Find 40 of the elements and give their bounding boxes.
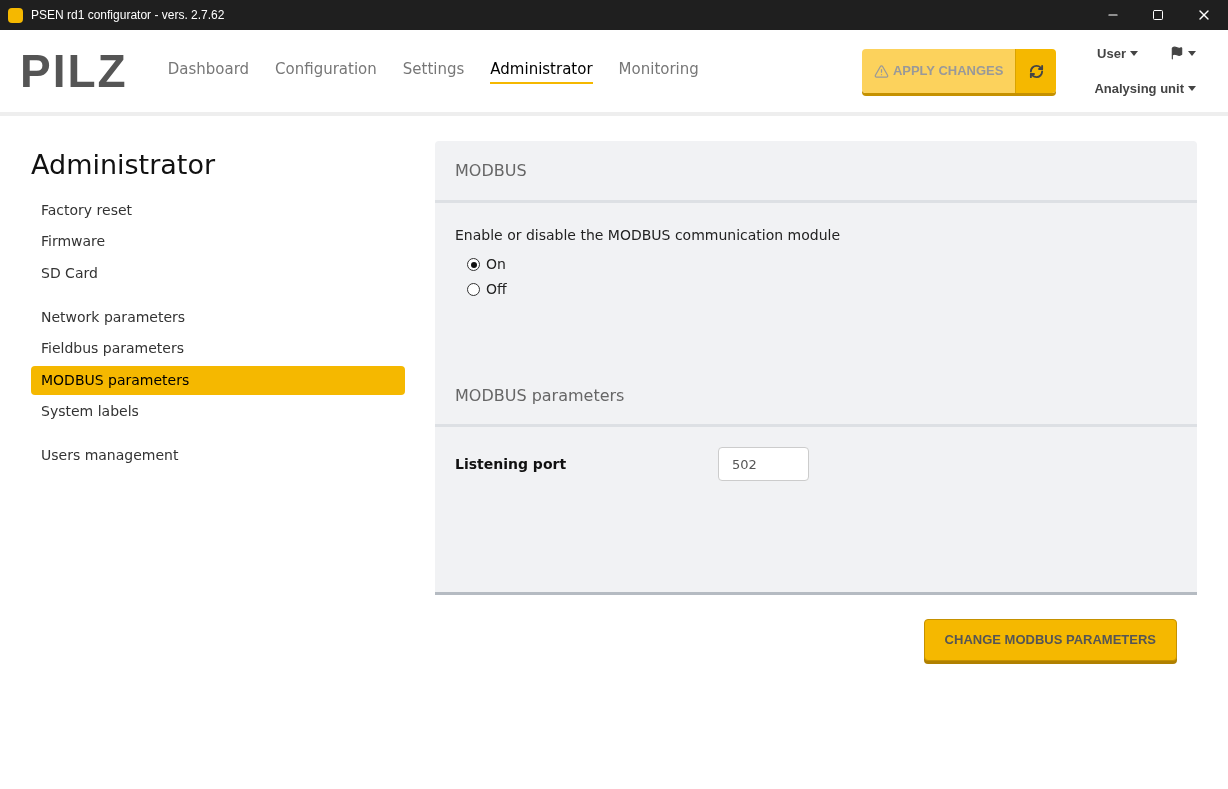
sidebar-item[interactable]: SD Card <box>31 258 405 288</box>
sidebar-item[interactable]: Fieldbus parameters <box>31 334 405 363</box>
caret-icon <box>1188 86 1196 92</box>
nav-tab[interactable]: Monitoring <box>618 58 699 84</box>
nav-tab[interactable]: Dashboard <box>167 58 250 84</box>
radio-option[interactable]: Off <box>467 277 1177 302</box>
caret-icon <box>1188 50 1196 56</box>
unit-menu[interactable]: Analysing unit <box>1094 79 1196 99</box>
refresh-button[interactable] <box>1015 49 1057 93</box>
field-label: Listening port <box>455 454 568 474</box>
radio-label: Off <box>486 280 507 299</box>
sidebar-item[interactable]: Factory reset <box>31 195 405 225</box>
language-menu[interactable] <box>1170 46 1196 61</box>
caret-icon <box>1130 50 1138 56</box>
maximize-icon[interactable] <box>1152 9 1164 21</box>
refresh-icon <box>1028 63 1044 79</box>
sidebar-item[interactable]: System labels <box>31 397 405 426</box>
sidebar-item[interactable]: Network parameters <box>31 302 405 332</box>
nav-tab[interactable]: Settings <box>402 58 465 84</box>
sidebar-item[interactable]: MODBUS parameters <box>31 365 405 395</box>
change-parameters-button[interactable]: CHANGE MODBUS PARAMETERS <box>923 619 1177 661</box>
section-title: MODBUS parameters <box>455 384 625 407</box>
app-icon <box>8 7 23 23</box>
flag-icon <box>1170 46 1184 61</box>
sidebar-item[interactable]: Firmware <box>31 227 405 256</box>
sidebar-item[interactable]: Users management <box>31 441 405 470</box>
page-title: Administrator <box>31 148 217 182</box>
nav-tab[interactable]: Configuration <box>275 58 377 84</box>
radio-label: On <box>486 255 506 274</box>
window-title: PSEN rd1 configurator - vers. 2.7.62 <box>31 7 225 24</box>
port-input[interactable]: 502 <box>718 447 809 481</box>
logo: PILZ <box>20 48 128 94</box>
section-title: MODBUS <box>455 159 527 182</box>
radio-option[interactable]: On <box>467 252 1177 277</box>
warning-icon <box>873 63 889 79</box>
radio-button[interactable] <box>467 283 480 296</box>
description-text: Enable or disable the MODBUS communication module <box>455 226 842 245</box>
user-menu[interactable]: User <box>1097 43 1138 63</box>
nav-tab[interactable]: Administrator <box>490 58 593 84</box>
radio-button[interactable] <box>467 258 480 271</box>
